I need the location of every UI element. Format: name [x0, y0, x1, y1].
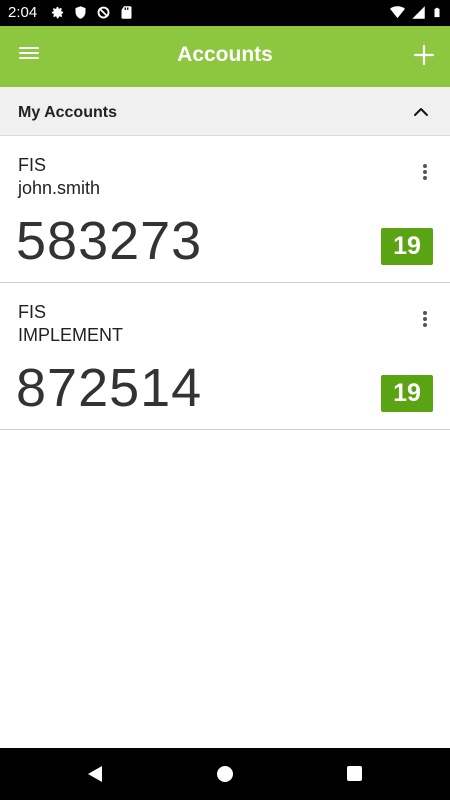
data-saver-icon: [97, 6, 110, 19]
app-bar: Accounts: [0, 26, 450, 87]
settings-icon: [51, 6, 64, 19]
status-icons-right: [390, 5, 442, 20]
otp-code: 872514: [16, 358, 203, 418]
section-title: My Accounts: [18, 104, 117, 121]
account-item[interactable]: FIS john.smith 583273 19: [0, 136, 450, 283]
account-item[interactable]: FIS IMPLEMENT 872514 19: [0, 283, 450, 430]
sd-card-icon: [121, 6, 132, 19]
home-icon[interactable]: [217, 766, 233, 782]
account-issuer: FIS: [18, 155, 47, 175]
section-header-my-accounts[interactable]: My Accounts: [0, 87, 450, 136]
status-bar: 2:04: [0, 0, 450, 26]
plus-icon[interactable]: [412, 43, 436, 67]
more-options-icon[interactable]: [422, 162, 428, 182]
wifi-icon: [390, 6, 405, 19]
battery-icon: [434, 7, 440, 18]
status-time: 2:04: [8, 4, 38, 21]
page-title: Accounts: [177, 43, 273, 66]
more-options-icon[interactable]: [422, 309, 428, 329]
navigation-bar: [0, 748, 450, 800]
back-icon[interactable]: [86, 765, 104, 783]
otp-code: 583273: [16, 211, 203, 271]
account-name: john.smith: [18, 178, 101, 198]
countdown-badge: 19: [381, 228, 433, 265]
status-icons-left: [50, 5, 134, 20]
account-name: IMPLEMENT: [18, 325, 124, 345]
signal-icon: [412, 6, 425, 19]
countdown-badge: 19: [381, 375, 433, 412]
recents-icon[interactable]: [347, 766, 362, 781]
account-issuer: FIS: [18, 302, 47, 322]
chevron-up-icon[interactable]: [412, 103, 430, 121]
shield-icon: [75, 6, 86, 19]
